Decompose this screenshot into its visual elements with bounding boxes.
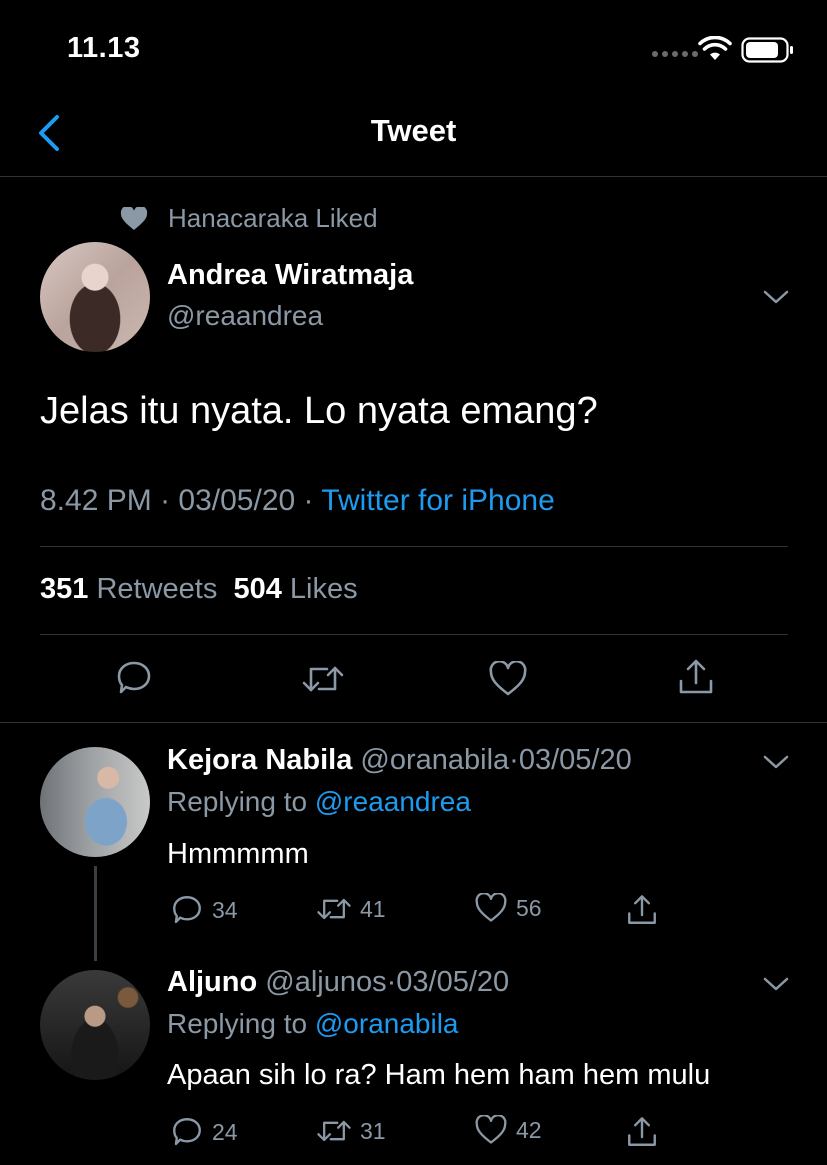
replying-to-label: Replying to bbox=[167, 1008, 308, 1039]
stats-divider bbox=[40, 634, 788, 635]
author-handle[interactable]: @reaandrea bbox=[167, 300, 323, 332]
share-icon bbox=[628, 895, 656, 924]
retweet-count: 31 bbox=[360, 1117, 386, 1144]
reply-button[interactable]: 24 bbox=[170, 1115, 238, 1149]
replying-to: Replying to @reaandrea bbox=[167, 786, 471, 818]
tweet-text: Jelas itu nyata. Lo nyata emang? bbox=[40, 390, 598, 432]
reply-author-name[interactable]: Kejora Nabila bbox=[167, 744, 352, 776]
chevron-down-icon[interactable] bbox=[763, 754, 789, 770]
retweets-label: Retweets bbox=[96, 573, 218, 605]
header-divider bbox=[0, 176, 827, 177]
share-icon[interactable] bbox=[676, 657, 716, 697]
chevron-down-icon[interactable] bbox=[763, 976, 789, 992]
like-count: 42 bbox=[516, 1116, 542, 1143]
retweet-count: 41 bbox=[360, 895, 386, 922]
social-context[interactable]: Hanacaraka Liked bbox=[120, 203, 378, 234]
thread-line bbox=[94, 866, 97, 961]
reply-date: 03/05/20 bbox=[396, 966, 510, 998]
retweets-count: 351 bbox=[40, 573, 89, 605]
reply-avatar[interactable] bbox=[40, 970, 150, 1080]
cellular-signal-icon bbox=[652, 51, 698, 57]
like-button[interactable]: 56 bbox=[474, 893, 542, 923]
author-avatar[interactable] bbox=[40, 242, 150, 352]
page-title: Tweet bbox=[370, 113, 457, 148]
reply-header: Kejora Nabila @oranabila·03/05/20 bbox=[167, 744, 632, 776]
social-context-label: Hanacaraka Liked bbox=[168, 203, 378, 233]
share-button[interactable] bbox=[625, 893, 659, 927]
reply-author-handle[interactable]: @oranabila bbox=[360, 744, 509, 776]
like-icon bbox=[475, 893, 507, 922]
like-button[interactable]: 42 bbox=[474, 1115, 542, 1145]
tweet-date: 03/05/20 bbox=[178, 484, 296, 517]
author-name[interactable]: Andrea Wiratmaja bbox=[167, 259, 413, 292]
tweet-time: 8.42 PM bbox=[40, 484, 152, 517]
like-count: 56 bbox=[516, 894, 542, 921]
reply-date: 03/05/20 bbox=[518, 744, 632, 776]
replying-to-link[interactable]: @reaandrea bbox=[315, 786, 471, 817]
retweet-button[interactable]: 41 bbox=[316, 893, 386, 925]
share-button[interactable] bbox=[625, 1115, 659, 1149]
reply-count: 34 bbox=[212, 896, 238, 923]
reply-icon bbox=[173, 896, 201, 924]
replying-to: Replying to @oranabila bbox=[167, 1008, 459, 1040]
reply-count: 24 bbox=[212, 1118, 238, 1145]
status-time: 11.13 bbox=[67, 32, 141, 64]
section-divider bbox=[0, 722, 827, 723]
meta-separator: · bbox=[160, 484, 171, 517]
reply-icon[interactable] bbox=[114, 658, 154, 698]
chevron-down-icon[interactable] bbox=[763, 289, 789, 305]
meta-separator: · bbox=[303, 484, 314, 517]
retweet-icon bbox=[317, 898, 351, 920]
retweet-icon[interactable] bbox=[301, 660, 345, 698]
like-icon bbox=[475, 1115, 507, 1144]
engagement-stats: 351 Retweets 504 Likes bbox=[40, 573, 358, 606]
battery-icon bbox=[741, 37, 793, 63]
reply-author-handle[interactable]: @aljunos bbox=[265, 966, 386, 998]
reply-author-name[interactable]: Aljuno bbox=[167, 966, 257, 998]
replying-to-label: Replying to bbox=[167, 786, 308, 817]
likes-count: 504 bbox=[233, 573, 282, 605]
heart-filled-icon bbox=[120, 206, 148, 230]
tweet-metadata: 8.42 PM · 03/05/20 · Twitter for iPhone bbox=[40, 484, 555, 518]
likes-label: Likes bbox=[289, 573, 358, 605]
reply-text: Apaan sih lo ra? Ham hem ham hem mulu bbox=[167, 1059, 711, 1091]
reply-avatar[interactable] bbox=[40, 747, 150, 857]
wifi-icon bbox=[698, 36, 732, 60]
like-icon[interactable] bbox=[488, 661, 528, 697]
retweet-icon bbox=[317, 1120, 351, 1142]
replying-to-link[interactable]: @oranabila bbox=[315, 1008, 459, 1039]
retweets-stat[interactable]: 351 Retweets bbox=[40, 573, 217, 605]
share-icon bbox=[628, 1117, 656, 1146]
meta-divider bbox=[40, 546, 788, 547]
tweet-source-link[interactable]: Twitter for iPhone bbox=[321, 484, 554, 517]
reply-text: Hmmmmm bbox=[167, 838, 309, 870]
reply-button[interactable]: 34 bbox=[170, 893, 238, 927]
likes-stat[interactable]: 504 Likes bbox=[233, 573, 357, 605]
reply-icon bbox=[173, 1118, 201, 1146]
reply-header: Aljuno @aljunos·03/05/20 bbox=[167, 966, 510, 998]
retweet-button[interactable]: 31 bbox=[316, 1115, 386, 1147]
